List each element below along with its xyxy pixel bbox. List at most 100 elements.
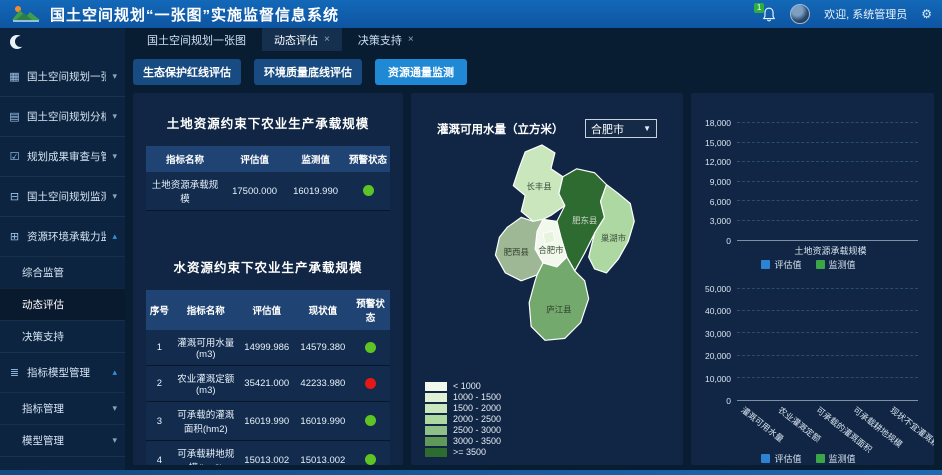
- toolbar-button-环境质量底线评估[interactable]: 环境质量底线评估: [254, 59, 362, 85]
- sidebar-subitem-label: 决策支持: [22, 329, 117, 344]
- sidebar-item-国土空间规划一张图[interactable]: ▦国土空间规划一张图▾: [0, 57, 125, 96]
- sidebar-item-label: 国土空间规划一张图: [27, 69, 106, 84]
- sidebar-subitem-label: 模型管理: [22, 433, 112, 448]
- map-legend: < 10001000 - 15001500 - 20002000 - 25002…: [425, 380, 501, 457]
- chevron-down-icon: ▼: [643, 124, 651, 133]
- sidebar: ▦国土空间规划一张图▾▤国土空间规划分析评价▾☑规划成果审查与管理▾⊟国土空间规…: [0, 28, 125, 475]
- city-select[interactable]: 合肥市 ▼: [585, 119, 657, 138]
- legend-swatch: [425, 382, 447, 391]
- chevron-down-icon: ▾: [112, 403, 117, 414]
- sidebar-item-规划成果审查与管理[interactable]: ☑规划成果审查与管理▾: [0, 136, 125, 176]
- tab-国土空间规划一张图[interactable]: 国土空间规划一张图: [135, 28, 258, 51]
- gridline: [737, 355, 918, 356]
- sidebar-item-指标模型管理[interactable]: ≣指标模型管理▴: [0, 352, 125, 392]
- legend-item: 3000 - 3500: [425, 436, 501, 446]
- legend-item: 1500 - 2000: [425, 403, 501, 413]
- legend-swatch: [816, 260, 825, 269]
- chevron-down-icon: ▾: [112, 71, 117, 82]
- settings-icon[interactable]: ⚙: [921, 7, 932, 21]
- table-cell: 15013.002: [239, 441, 295, 466]
- toolbar-button-资源通量监测[interactable]: 资源通量监测: [375, 59, 467, 85]
- table-row: 1灌溉可用水量(m3)14999.98614579.380: [146, 330, 390, 366]
- close-icon[interactable]: ×: [408, 34, 414, 45]
- map-region-label: 庐江县: [546, 305, 571, 315]
- status-red-dot: [365, 378, 376, 389]
- sidebar-item-label: 指标模型管理: [27, 365, 106, 380]
- gridline: [737, 332, 918, 333]
- chart-legend-监测值: 监测值: [816, 258, 856, 271]
- y-tick-label: 40,000: [705, 306, 731, 316]
- toolbar-button-生态保护红线评估[interactable]: 生态保护红线评估: [133, 59, 241, 85]
- legend-label: 1000 - 1500: [453, 392, 501, 402]
- welcome-text: 欢迎, 系统管理员: [824, 6, 907, 22]
- tab-决策支持[interactable]: 决策支持 ×: [346, 28, 426, 51]
- water-resource-table: 序号指标名称评估值现状值预警状态1灌溉可用水量(m3)14999.9861457…: [146, 290, 390, 465]
- table-cell: 14999.986: [239, 330, 295, 366]
- legend-item: 1000 - 1500: [425, 392, 501, 402]
- legend-item: 2000 - 2500: [425, 414, 501, 424]
- table-cell: 农业灌溉定额(m3): [173, 366, 239, 402]
- gridline: [737, 122, 918, 123]
- sidebar-collapse-toggle[interactable]: [10, 35, 24, 49]
- table-cell: 灌溉可用水量(m3): [173, 330, 239, 366]
- status-cell: [351, 441, 390, 466]
- table-header: 现状值: [295, 290, 351, 330]
- sidebar-item-资源环境承载力监测预警[interactable]: ⊞资源环境承载力监测预警▴: [0, 216, 125, 256]
- close-icon[interactable]: ×: [324, 34, 330, 45]
- analysis-icon: ▤: [8, 110, 21, 123]
- y-tick-label: 9,000: [710, 177, 731, 187]
- status-cell: [351, 330, 390, 366]
- sidebar-subitem-决策支持[interactable]: 决策支持: [0, 320, 125, 352]
- status-green-dot: [365, 342, 376, 353]
- table-cell: 1: [146, 330, 173, 366]
- notifications-button[interactable]: 1: [762, 7, 776, 22]
- sidebar-item-国土空间规划监测评估预警[interactable]: ⊟ 国土空间规划监测评估预警 ▾: [0, 176, 125, 216]
- legend-item: >= 3500: [425, 447, 501, 457]
- tab-label: 动态评估: [274, 32, 318, 48]
- user-avatar[interactable]: [790, 4, 810, 24]
- legend-label: 3000 - 3500: [453, 436, 501, 446]
- sidebar-subitem-指标管理[interactable]: 指标管理▾: [0, 392, 125, 424]
- table-cell: 3: [146, 402, 173, 441]
- tab-label: 决策支持: [358, 32, 402, 48]
- table-header: 预警状态: [346, 146, 390, 172]
- tab-动态评估[interactable]: 动态评估 ×: [262, 28, 342, 51]
- chevron-down-icon: ▾: [112, 191, 117, 202]
- table-row: 4可承载耕地规模(hm2)15013.00215013.002: [146, 441, 390, 466]
- sidebar-subitem-label: 动态评估: [22, 297, 117, 312]
- status-cell: [351, 366, 390, 402]
- legend-swatch: [761, 454, 770, 463]
- sidebar-subitem-综合监管[interactable]: 综合监管: [0, 256, 125, 288]
- table-cell: 16019.990: [239, 402, 295, 441]
- table-row: 2农业灌溉定额(m3)35421.00042233.980: [146, 366, 390, 402]
- legend-label: < 1000: [453, 381, 481, 391]
- legend-label: 1500 - 2000: [453, 403, 501, 413]
- legend-label: >= 3500: [453, 447, 486, 457]
- table-header: 序号: [146, 290, 173, 330]
- table-cell: 15013.002: [295, 441, 351, 466]
- tab-bar: 国土空间规划一张图动态评估 × 决策支持 ×: [125, 28, 942, 51]
- legend-label: 2500 - 3000: [453, 425, 501, 435]
- sidebar-item-国土空间规划分析评价[interactable]: ▤国土空间规划分析评价▾: [0, 96, 125, 136]
- table-header: 监测值: [285, 146, 346, 172]
- y-tick-label: 10,000: [705, 374, 731, 384]
- land-table-title: 土地资源约束下农业生产承载规模: [133, 113, 403, 132]
- sidebar-subitem-模型管理[interactable]: 模型管理▾: [0, 424, 125, 456]
- gridline: [737, 161, 918, 162]
- y-tick-label: 12,000: [705, 157, 731, 167]
- y-tick-label: 20,000: [705, 351, 731, 361]
- chevron-down-icon: ▾: [112, 111, 117, 122]
- water-table-title: 水资源约束下农业生产承载规模: [133, 257, 403, 276]
- sidebar-subitem-动态评估[interactable]: 动态评估: [0, 288, 125, 320]
- table-row: 土地资源承载规模17500.00016019.990: [146, 172, 390, 211]
- legend-swatch: [425, 415, 447, 424]
- map-region-label: 合肥市: [538, 245, 563, 255]
- monitor-icon: ⊟: [8, 190, 21, 203]
- choropleth-map[interactable]: 长丰县 肥东县 巢湖市 合肥市 肥西县 庐江县: [441, 142, 653, 380]
- table-cell: 土地资源承载规模: [146, 172, 224, 211]
- y-tick-label: 3,000: [710, 216, 731, 226]
- legend-swatch: [425, 393, 447, 402]
- sidebar-item-label: 国土空间规划监测评估预警: [27, 189, 106, 204]
- land-bar-chart: 03,0006,0009,00012,00015,00018,000 土地资源承…: [693, 123, 924, 271]
- list-icon: ≣: [8, 366, 21, 379]
